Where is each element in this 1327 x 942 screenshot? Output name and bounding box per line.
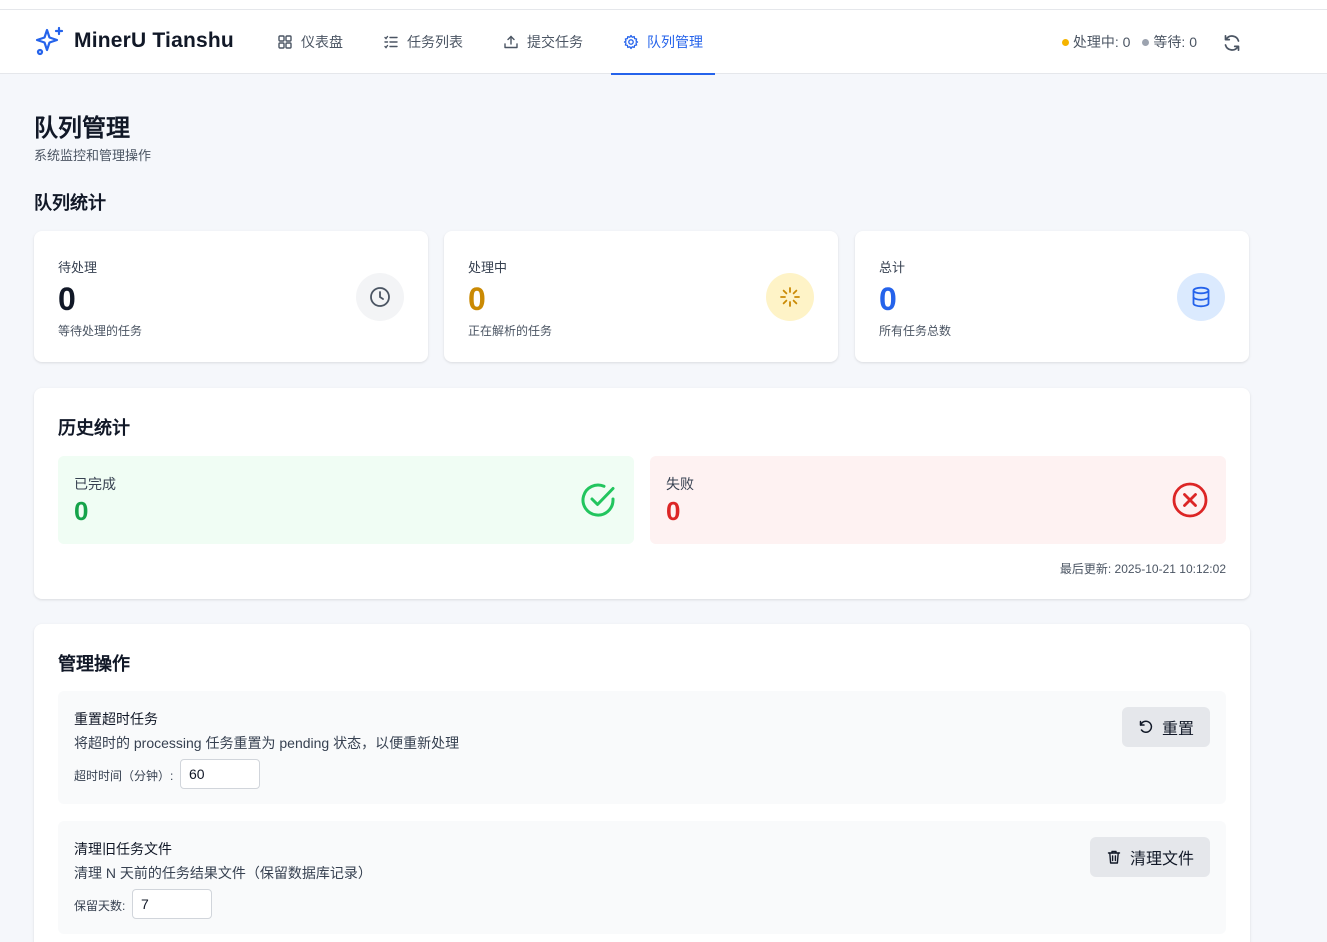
timeout-minutes-input[interactable] <box>180 759 260 789</box>
operations-panel: 管理操作 重置超时任务 将超时的 processing 任务重置为 pendin… <box>34 624 1250 942</box>
reset-timeout-title: 重置超时任务 <box>74 711 158 727</box>
browser-top-strip <box>0 0 1327 10</box>
clock-icon <box>370 287 390 307</box>
completed-value: 0 <box>74 496 89 526</box>
x-circle-icon <box>1172 482 1208 518</box>
list-icon <box>384 35 398 49</box>
active-tab-underline <box>611 73 715 75</box>
nav-task-list-label: 任务列表 <box>407 34 463 50</box>
pending-stat-value: 0 <box>58 281 76 317</box>
trash-icon <box>1107 850 1121 864</box>
reset-button-label: 重置 <box>1161 721 1194 738</box>
nav-submit-task[interactable]: 提交任务 <box>503 10 583 74</box>
failed-label: 失败 <box>666 476 694 492</box>
processing-status: 处理中: 0 <box>1061 32 1131 52</box>
total-stat-icon-wrap <box>1177 273 1225 321</box>
header-status: 处理中: 0 等待: 0 <box>1061 10 1197 74</box>
completed-label: 已完成 <box>74 476 116 492</box>
processing-dot-icon <box>1061 38 1069 46</box>
database-icon <box>1192 286 1210 308</box>
pending-stat-card: 待处理 0 等待处理的任务 <box>34 231 428 362</box>
nav-queue-management-label: 队列管理 <box>647 34 703 50</box>
cleanup-files-desc: 清理 N 天前的任务结果文件（保留数据库记录） <box>74 865 372 881</box>
sparkles-logo-icon <box>35 26 64 56</box>
cleanup-files-button[interactable]: 清理文件 <box>1089 837 1210 877</box>
check-circle-icon <box>581 483 615 517</box>
total-stat-value: 0 <box>879 281 897 317</box>
processing-status-text: 处理中: 0 <box>1072 34 1131 50</box>
failed-value: 0 <box>666 496 681 526</box>
upload-icon <box>504 35 518 49</box>
page-subtitle: 系统监控和管理操作 <box>34 148 152 163</box>
nav-dashboard-label: 仪表盘 <box>301 34 343 50</box>
processing-stat-label: 处理中 <box>468 260 508 275</box>
operations-title: 管理操作 <box>58 654 130 674</box>
pending-dot-icon <box>1142 38 1150 46</box>
nav-task-list[interactable]: 任务列表 <box>383 10 463 74</box>
reset-timeout-desc: 将超时的 processing 任务重置为 pending 状态，以便重新处理 <box>74 735 460 751</box>
refresh-button[interactable] <box>1219 30 1245 56</box>
completed-box: 已完成 0 <box>58 456 634 544</box>
page-title: 队列管理 <box>34 115 130 142</box>
pending-stat-icon-wrap <box>356 273 404 321</box>
cleanup-files-button-label: 清理文件 <box>1129 851 1194 868</box>
total-stat-desc: 所有任务总数 <box>879 324 952 338</box>
queue-stats-title: 队列统计 <box>34 193 106 213</box>
processing-stat-desc: 正在解析的任务 <box>468 324 553 338</box>
cleanup-files-title: 清理旧任务文件 <box>74 841 172 857</box>
top-navbar: MinerU Tianshu 仪表盘 任务列表 提交任务 队列管理 处理中: 0… <box>0 10 1327 75</box>
pending-status-text: 等待: 0 <box>1153 34 1197 50</box>
loader-icon <box>780 287 800 307</box>
app-name: MinerU Tianshu <box>74 29 234 52</box>
last-update-text: 最后更新: 2025-10-21 10:12:02 <box>1059 562 1226 576</box>
rotate-ccw-icon <box>1139 720 1153 733</box>
processing-stat-value: 0 <box>468 281 486 317</box>
processing-stat-icon-wrap <box>766 273 814 321</box>
total-stat-card: 总计 0 所有任务总数 <box>855 231 1249 362</box>
nav-dashboard[interactable]: 仪表盘 <box>277 10 343 74</box>
history-title: 历史统计 <box>58 418 130 438</box>
refresh-icon <box>1224 34 1240 52</box>
timeout-minutes-label: 超时时间（分钟）: <box>74 769 174 783</box>
reset-timeout-box: 重置超时任务 将超时的 processing 任务重置为 pending 状态，… <box>58 691 1226 804</box>
nav-submit-task-label: 提交任务 <box>527 34 583 50</box>
brand[interactable]: MinerU Tianshu <box>34 25 234 57</box>
history-panel: 历史统计 已完成 0 失败 0 最后更新: 2025-10-21 10:12:0… <box>34 388 1250 599</box>
dashboard-icon <box>278 35 292 49</box>
pending-stat-desc: 等待处理的任务 <box>58 324 143 338</box>
nav-queue-management[interactable]: 队列管理 <box>611 10 715 75</box>
processing-stat-card: 处理中 0 正在解析的任务 <box>444 231 838 362</box>
cleanup-files-box: 清理旧任务文件 清理 N 天前的任务结果文件（保留数据库记录） 保留天数: 清理… <box>58 821 1226 934</box>
failed-box: 失败 0 <box>650 456 1226 544</box>
total-stat-label: 总计 <box>879 260 906 275</box>
retention-days-input[interactable] <box>132 889 212 919</box>
reset-button[interactable]: 重置 <box>1121 707 1210 747</box>
pending-stat-label: 待处理 <box>58 260 98 275</box>
gear-icon <box>623 34 639 50</box>
pending-status: 等待: 0 <box>1142 32 1197 52</box>
retention-days-label: 保留天数: <box>74 899 126 913</box>
